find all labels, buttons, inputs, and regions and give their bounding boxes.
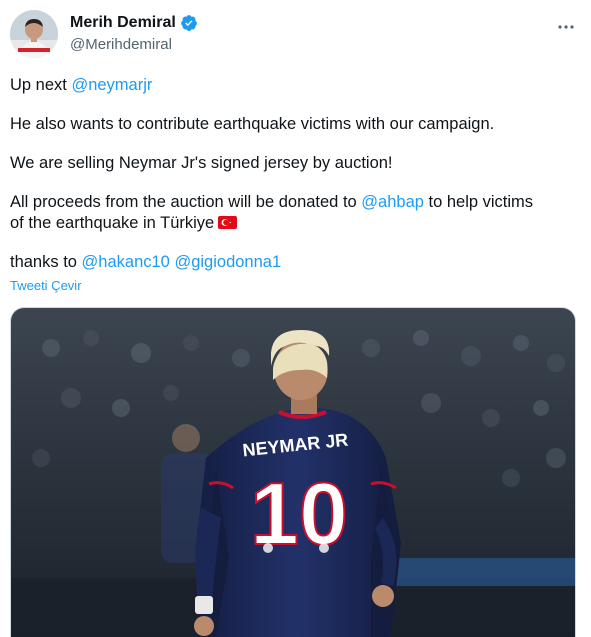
tweet-line: He also wants to contribute earthquake v… <box>10 115 495 133</box>
tweet-media-photo[interactable]: NEYMAR JR 10 <box>10 307 576 637</box>
author-names: Merih Demiral @Merihdemiral <box>70 13 198 55</box>
text-segment: thanks to <box>10 253 82 271</box>
text-segment: to help victims <box>423 193 534 211</box>
turkey-flag-icon <box>218 214 238 229</box>
verified-badge-icon <box>180 14 198 32</box>
tweet-card: Merih Demiral @Merihdemiral Up next @ney… <box>0 0 591 637</box>
mention-link-hakanc10[interactable]: @hakanc10 <box>82 253 170 271</box>
tweet-line: All proceeds from the auction will be do… <box>10 192 581 234</box>
text-segment: of the earthquake in Türkiye <box>10 214 215 232</box>
text-segment: Up next <box>10 76 72 94</box>
mention-link-neymarjr[interactable]: @neymarjr <box>71 76 152 94</box>
author-handle[interactable]: @Merihdemiral <box>70 35 198 55</box>
author-avatar[interactable] <box>10 10 58 58</box>
mention-link-gigiodonna1[interactable]: @gigiodonna1 <box>174 253 281 271</box>
tweet-header: Merih Demiral @Merihdemiral <box>10 10 581 60</box>
translate-tweet-link[interactable]: Tweeti Çevir <box>10 278 82 293</box>
author-display-name[interactable]: Merih Demiral <box>70 13 176 33</box>
tweet-text: Up next @neymarjr He also wants to contr… <box>10 75 581 291</box>
tweet-line: thanks to @hakanc10 @gigiodonna1 <box>10 252 581 273</box>
mention-link-ahbap[interactable]: @ahbap <box>361 193 424 211</box>
more-horizontal-icon[interactable] <box>557 18 575 36</box>
tweet-line: Up next @neymarjr <box>10 75 581 96</box>
tweet-line: We are selling Neymar Jr's signed jersey… <box>10 154 393 172</box>
text-segment: All proceeds from the auction will be do… <box>10 193 362 211</box>
